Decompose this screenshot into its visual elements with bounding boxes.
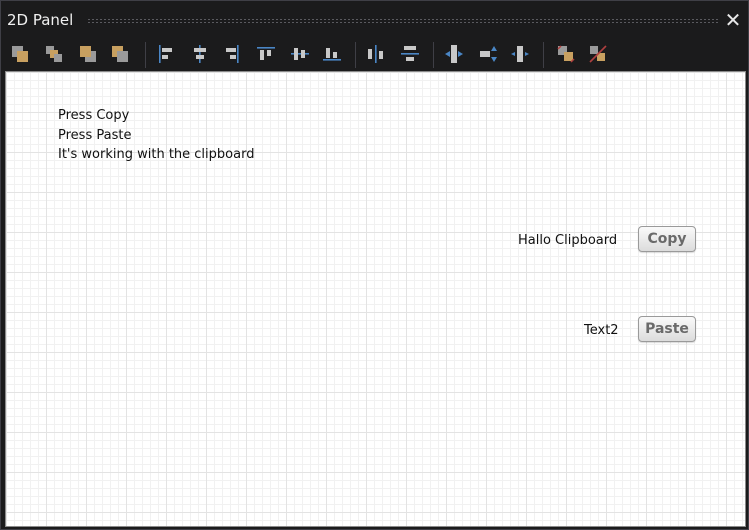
paste-button[interactable]: Paste <box>638 316 696 342</box>
window-title: 2D Panel <box>7 11 74 29</box>
align-right-icon[interactable] <box>221 43 243 65</box>
align-bottom-icon[interactable] <box>321 43 343 65</box>
text1-label: Hallo Clipboard <box>518 233 618 248</box>
toolbar-separator <box>433 42 434 68</box>
group-icon[interactable] <box>555 43 577 65</box>
align-middle-vertical-icon[interactable] <box>289 43 311 65</box>
send-backward-icon[interactable] <box>77 43 99 65</box>
info-label-3: It's working with the clipboard <box>58 147 255 162</box>
toolbar <box>1 39 748 71</box>
send-to-back-icon[interactable] <box>109 43 131 65</box>
panel-window: 2D Panel ✕ Press Copy Press Paste It's w… <box>0 0 749 530</box>
distribute-horizontal-icon[interactable] <box>365 43 387 65</box>
info-label-2: Press Paste <box>58 128 132 143</box>
same-size-icon[interactable] <box>509 43 531 65</box>
align-center-horizontal-icon[interactable] <box>189 43 211 65</box>
text2-label: Text2 <box>584 323 619 338</box>
align-left-icon[interactable] <box>155 43 177 65</box>
same-width-icon[interactable] <box>443 43 465 65</box>
design-canvas[interactable]: Press Copy Press Paste It's working with… <box>5 71 746 527</box>
drag-grip[interactable] <box>87 18 719 23</box>
bring-forward-icon[interactable] <box>43 43 65 65</box>
bring-to-front-icon[interactable] <box>9 43 31 65</box>
align-top-icon[interactable] <box>255 43 277 65</box>
toolbar-separator <box>543 42 544 68</box>
distribute-vertical-icon[interactable] <box>399 43 421 65</box>
copy-button[interactable]: Copy <box>638 226 696 252</box>
close-icon[interactable]: ✕ <box>723 9 743 31</box>
same-height-icon[interactable] <box>477 43 499 65</box>
ungroup-icon[interactable] <box>587 43 609 65</box>
info-label-1: Press Copy <box>58 108 130 123</box>
toolbar-separator <box>145 42 146 68</box>
title-bar[interactable]: 2D Panel ✕ <box>1 1 748 39</box>
toolbar-separator <box>355 42 356 68</box>
